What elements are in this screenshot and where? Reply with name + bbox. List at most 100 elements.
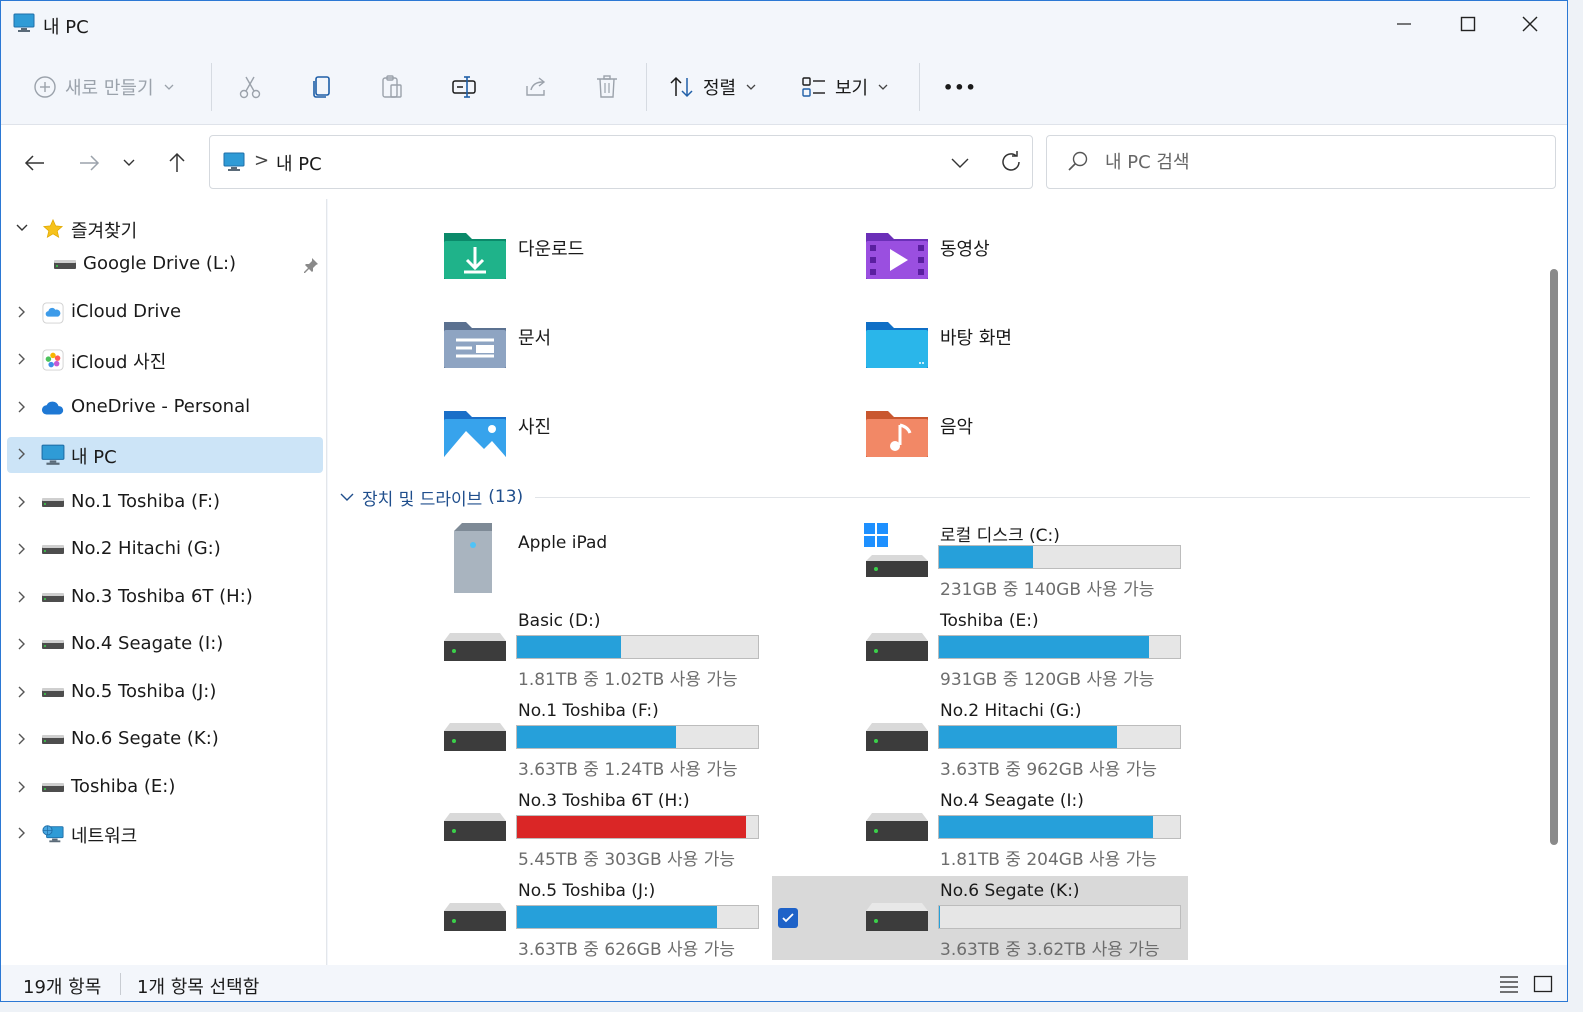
drive-free-space: 3.63TB 중 626GB 사용 가능 bbox=[518, 940, 735, 960]
search-icon bbox=[1068, 151, 1088, 171]
plus-circle-icon bbox=[34, 76, 56, 98]
pc-icon bbox=[41, 444, 65, 465]
sidebar-item-drive-i[interactable]: No.4 Seagate (I:) bbox=[7, 627, 323, 663]
sidebar-item-drive-g[interactable]: No.2 Hitachi (G:) bbox=[7, 532, 323, 568]
folder-downloads[interactable]: 다운로드 bbox=[442, 225, 862, 305]
sidebar-item-icloud-photos[interactable]: iCloud 사진 bbox=[7, 342, 323, 378]
view-button[interactable]: 보기 bbox=[801, 65, 888, 109]
scissors-icon bbox=[239, 76, 261, 99]
forward-button[interactable] bbox=[71, 145, 107, 181]
folder-pictures[interactable]: 사진 bbox=[442, 403, 862, 483]
chevron-down-icon bbox=[123, 159, 135, 166]
icloud-icon bbox=[42, 302, 64, 324]
folder-desktop[interactable]: 바탕 화면 bbox=[864, 314, 1284, 394]
devices-group-header[interactable]: 장치 및 드라이브 (13) bbox=[340, 485, 1530, 510]
sidebar-item-drive-j[interactable]: No.5 Toshiba (J:) bbox=[7, 675, 323, 711]
sort-button-label: 정렬 bbox=[703, 78, 737, 99]
sidebar-item-google-drive[interactable]: Google Drive (L:) bbox=[7, 247, 323, 283]
copy-button[interactable] bbox=[309, 65, 335, 109]
toolbar-divider bbox=[919, 63, 920, 111]
sort-icon bbox=[670, 76, 693, 98]
folder-music[interactable]: 음악 bbox=[864, 403, 1284, 483]
refresh-button[interactable] bbox=[998, 148, 1024, 181]
more-options-button[interactable]: ••• bbox=[943, 65, 977, 109]
drive-name: Basic (D:) bbox=[518, 611, 601, 631]
sidebar-item-drive-e[interactable]: Toshiba (E:) bbox=[7, 770, 323, 806]
drive-name: Apple iPad bbox=[518, 533, 608, 553]
clipboard-icon bbox=[382, 75, 402, 98]
sidebar-item-label: iCloud 사진 bbox=[71, 352, 167, 373]
close-button[interactable] bbox=[1497, 1, 1563, 47]
sidebar-item-favorites[interactable]: 즐겨찾기 bbox=[7, 211, 323, 247]
selection-checkbox[interactable] bbox=[778, 908, 798, 928]
paste-button[interactable] bbox=[379, 65, 405, 109]
share-button[interactable] bbox=[523, 65, 549, 109]
rename-button[interactable] bbox=[451, 65, 479, 109]
more-icon: ••• bbox=[943, 77, 977, 97]
vertical-scrollbar[interactable] bbox=[1548, 199, 1567, 965]
delete-button[interactable] bbox=[595, 65, 619, 109]
drive-e[interactable]: Toshiba (E:) 931GB 중 120GB 사용 가능 bbox=[864, 611, 1280, 695]
close-icon bbox=[1522, 16, 1538, 32]
drive-c[interactable]: 로컬 디스크 (C:) 231GB 중 140GB 사용 가능 bbox=[864, 521, 1280, 605]
up-button[interactable] bbox=[159, 145, 195, 181]
search-box[interactable] bbox=[1046, 135, 1556, 189]
breadcrumb-separator[interactable]: > bbox=[254, 150, 269, 171]
drive-icon bbox=[42, 640, 64, 649]
drive-usage-bar bbox=[516, 905, 759, 929]
drive-i[interactable]: No.4 Seagate (I:) 1.81TB 중 204GB 사용 가능 bbox=[864, 791, 1280, 875]
hard-drive-icon bbox=[444, 723, 506, 751]
pin-icon[interactable] bbox=[303, 257, 319, 273]
chevron-down-icon bbox=[951, 158, 969, 168]
breadcrumb-pc[interactable]: 내 PC bbox=[276, 150, 322, 176]
status-bar: 19개 항목 1개 항목 선택함 bbox=[1, 965, 1567, 1001]
sidebar-item-drive-h[interactable]: No.3 Toshiba 6T (H:) bbox=[7, 580, 323, 616]
toolbar-divider bbox=[646, 63, 647, 111]
device-apple-ipad[interactable]: Apple iPad bbox=[442, 521, 858, 605]
details-view-button[interactable] bbox=[1497, 973, 1521, 995]
sidebar-item-icloud-drive[interactable]: iCloud Drive bbox=[7, 295, 323, 331]
drive-icon bbox=[42, 593, 64, 602]
drive-usage-bar bbox=[516, 815, 759, 839]
drive-h[interactable]: No.3 Toshiba 6T (H:) 5.45TB 중 303GB 사용 가… bbox=[442, 791, 858, 875]
maximize-button[interactable] bbox=[1435, 1, 1501, 47]
sidebar-item-network[interactable]: 네트워크 bbox=[7, 816, 323, 852]
sidebar-item-drive-f[interactable]: No.1 Toshiba (F:) bbox=[7, 485, 323, 521]
address-history-button[interactable] bbox=[950, 148, 970, 181]
minimize-button[interactable] bbox=[1371, 1, 1437, 47]
drive-g[interactable]: No.2 Hitachi (G:) 3.63TB 중 962GB 사용 가능 bbox=[864, 701, 1280, 785]
drive-f[interactable]: No.1 Toshiba (F:) 3.63TB 중 1.24TB 사용 가능 bbox=[442, 701, 858, 785]
recent-locations-button[interactable] bbox=[115, 145, 143, 181]
drive-k[interactable]: No.6 Segate (K:) 3.63TB 중 3.62TB 사용 가능 bbox=[772, 876, 1188, 960]
search-input[interactable] bbox=[1105, 148, 1535, 176]
sidebar-item-this-pc[interactable]: 내 PC bbox=[7, 437, 323, 473]
desktop-folder-icon bbox=[866, 322, 928, 368]
drive-usage-bar bbox=[516, 635, 759, 659]
chevron-down-icon bbox=[746, 84, 756, 90]
drive-d[interactable]: Basic (D:) 1.81TB 중 1.02TB 사용 가능 bbox=[442, 611, 858, 695]
folder-documents[interactable]: 문서 bbox=[442, 314, 862, 394]
back-button[interactable] bbox=[17, 145, 53, 181]
drive-name: No.6 Segate (K:) bbox=[940, 881, 1080, 901]
sort-button[interactable]: 정렬 bbox=[669, 65, 756, 109]
chevron-right-icon bbox=[18, 827, 25, 839]
sidebar-item-label: 즐겨찾기 bbox=[71, 221, 138, 242]
new-button[interactable]: 새로 만들기 bbox=[33, 65, 174, 109]
folder-videos[interactable]: 동영상 bbox=[864, 225, 1284, 305]
items-view: 다운로드 동영상 문서 바탕 화면 사진 음악 장치 및 드라이브 (13) A… bbox=[328, 199, 1548, 965]
selected-count: 1개 항목 선택함 bbox=[137, 977, 260, 998]
address-bar[interactable]: > 내 PC bbox=[209, 135, 1033, 189]
photos-flower-icon bbox=[42, 349, 64, 371]
sidebar-item-onedrive[interactable]: OneDrive - Personal bbox=[7, 390, 323, 426]
sidebar-item-label: No.2 Hitachi (G:) bbox=[71, 538, 221, 559]
toolbar-divider bbox=[211, 63, 212, 111]
drive-usage-fill bbox=[517, 816, 746, 838]
tiles-view-button[interactable] bbox=[1531, 973, 1555, 995]
title-bar: 내 PC bbox=[1, 1, 1567, 47]
cut-button[interactable] bbox=[237, 65, 263, 109]
drive-usage-bar bbox=[938, 545, 1181, 569]
sidebar-item-drive-k[interactable]: No.6 Segate (K:) bbox=[7, 722, 323, 758]
drive-usage-bar bbox=[938, 635, 1181, 659]
scroll-thumb[interactable] bbox=[1550, 269, 1558, 845]
drive-usage-fill bbox=[939, 636, 1149, 658]
